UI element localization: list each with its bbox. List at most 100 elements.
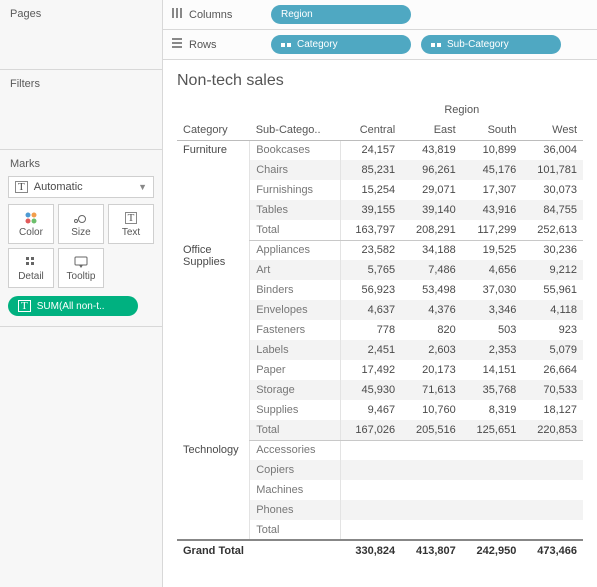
category-cell: Technology [177,440,250,540]
subcategory-cell: Art [250,260,341,280]
header-region: West [522,120,583,140]
value-cell: 17,492 [341,360,402,380]
value-cell [522,460,583,480]
value-cell: 34,188 [401,240,462,260]
viz-title: Non-tech sales [177,72,583,90]
mark-type-label: Automatic [34,181,83,193]
value-cell: 39,140 [401,200,462,220]
subtotal-value [462,520,523,540]
value-cell [401,440,462,460]
subcategory-cell: Bookcases [250,140,341,160]
value-cell: 778 [341,320,402,340]
rows-pill-subcategory[interactable]: Sub-Category [421,35,561,54]
value-cell: 2,603 [401,340,462,360]
side-panel: Pages Filters Marks T Automatic ▼ Color [0,0,163,587]
value-cell: 8,319 [462,400,523,420]
value-cell: 53,498 [401,280,462,300]
subcategory-cell: Labels [250,340,341,360]
value-cell: 15,254 [341,180,402,200]
value-cell: 10,899 [462,140,523,160]
value-cell: 23,582 [341,240,402,260]
value-cell: 70,533 [522,380,583,400]
hierarchy-icon [431,40,441,50]
value-cell [462,440,523,460]
chevron-down-icon: ▼ [138,182,147,192]
columns-label: Columns [189,9,232,21]
grand-total-row: Grand Total330,824413,807242,950473,466 [177,540,583,560]
value-cell: 3,346 [462,300,523,320]
value-cell: 18,127 [522,400,583,420]
value-cell: 2,353 [462,340,523,360]
subcategory-cell: Copiers [250,460,341,480]
text-button[interactable]: T Text [108,204,154,244]
value-cell: 43,916 [462,200,523,220]
value-cell [462,500,523,520]
category-cell: OfficeSupplies [177,240,250,440]
value-cell [341,500,402,520]
value-cell: 30,073 [522,180,583,200]
subtotal-value [522,520,583,540]
rows-icon [171,37,183,52]
measure-pill[interactable]: T SUM(All non-t.. [8,296,138,316]
text-mark-icon: T [125,211,138,225]
grand-total-value: 242,950 [462,540,523,560]
subcategory-cell: Machines [250,480,341,500]
mark-type-dropdown[interactable]: T Automatic ▼ [8,176,154,198]
tooltip-icon [74,255,88,269]
pages-title: Pages [10,8,152,20]
subtotal-value: 125,651 [462,420,523,440]
value-cell [341,460,402,480]
value-cell [341,480,402,500]
subtotal-label: Total [250,420,341,440]
rows-pill-category[interactable]: Category [271,35,411,54]
columns-pill-region[interactable]: Region [271,5,411,24]
grand-total-value: 413,807 [401,540,462,560]
value-cell: 24,157 [341,140,402,160]
size-icon [73,211,89,225]
subcategory-cell: Furnishings [250,180,341,200]
value-cell: 5,765 [341,260,402,280]
value-cell: 85,231 [341,160,402,180]
rows-shelf[interactable]: Rows Category Sub-Category [163,30,597,60]
value-cell: 56,923 [341,280,402,300]
color-button[interactable]: Color [8,204,54,244]
subtotal-value: 252,613 [522,220,583,240]
value-cell: 71,613 [401,380,462,400]
subcategory-cell: Envelopes [250,300,341,320]
header-subcategory: Sub-Catego.. [250,120,341,140]
filters-shelf[interactable]: Filters [0,70,162,150]
value-cell: 45,930 [341,380,402,400]
subcategory-cell: Fasteners [250,320,341,340]
value-cell: 5,079 [522,340,583,360]
subcategory-cell: Storage [250,380,341,400]
value-cell: 55,961 [522,280,583,300]
header-category: Category [177,120,250,140]
value-cell: 4,118 [522,300,583,320]
pages-shelf[interactable]: Pages [0,0,162,70]
value-cell [462,480,523,500]
viz-canvas[interactable]: Non-tech sales Region Category Sub-Categ… [163,60,597,587]
value-cell: 9,467 [341,400,402,420]
value-cell [462,460,523,480]
value-cell: 35,768 [462,380,523,400]
subtotal-value: 117,299 [462,220,523,240]
value-cell: 19,525 [462,240,523,260]
filters-title: Filters [10,78,152,90]
subtotal-label: Total [250,220,341,240]
value-cell: 84,755 [522,200,583,220]
value-cell: 17,307 [462,180,523,200]
worksheet-area: Columns Region Rows Category Sub-Categor… [163,0,597,587]
detail-button[interactable]: Detail [8,248,54,288]
value-cell: 20,173 [401,360,462,380]
grand-total-value: 473,466 [522,540,583,560]
table-row: FurnitureBookcases24,15743,81910,89936,0… [177,140,583,160]
columns-shelf[interactable]: Columns Region [163,0,597,30]
value-cell: 4,376 [401,300,462,320]
table-row: OfficeSuppliesAppliances23,58234,18819,5… [177,240,583,260]
subtotal-value: 163,797 [341,220,402,240]
subcategory-cell: Supplies [250,400,341,420]
value-cell: 101,781 [522,160,583,180]
tooltip-button[interactable]: Tooltip [58,248,104,288]
grand-total-label: Grand Total [177,540,341,560]
size-button[interactable]: Size [58,204,104,244]
